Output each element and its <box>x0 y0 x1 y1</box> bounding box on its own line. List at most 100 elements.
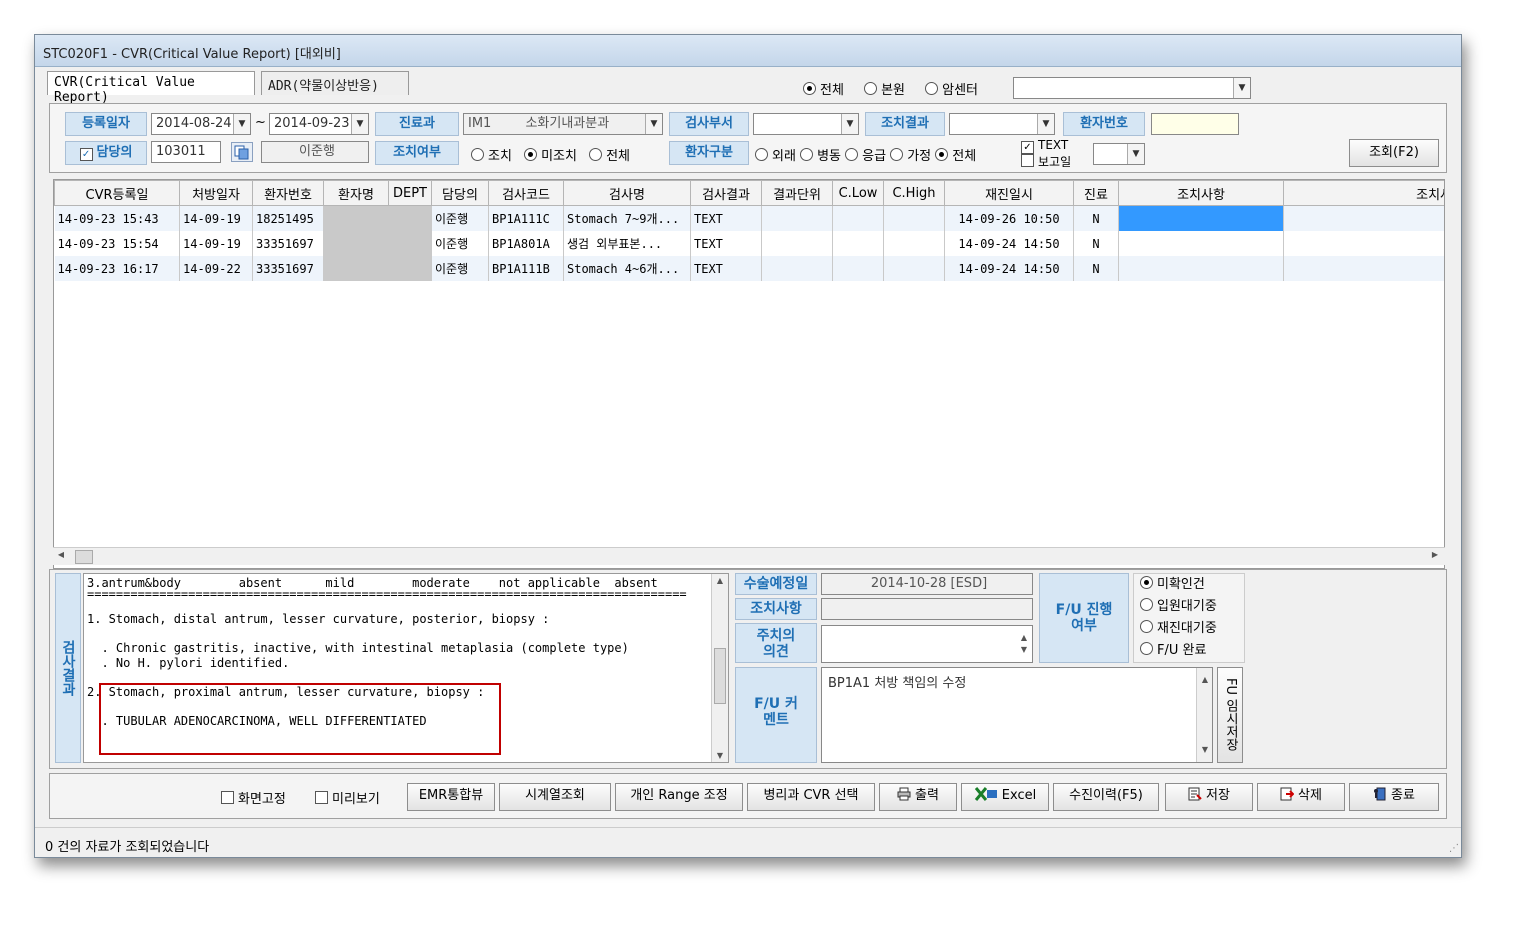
table-cell[interactable] <box>1118 205 1284 231</box>
scroll-down-icon[interactable]: ▼ <box>1199 740 1211 760</box>
column-header[interactable]: 조치사항 코멘트 <box>1283 180 1444 206</box>
column-header[interactable]: 검사명 <box>563 180 691 206</box>
table-cell[interactable] <box>1283 205 1444 231</box>
table-cell[interactable]: 이준행 <box>431 231 489 256</box>
tab-adr[interactable]: ADR(약물이상반응) <box>261 71 409 95</box>
chevron-down-icon[interactable]: ▼ <box>645 114 662 134</box>
column-header[interactable]: 검사결과 <box>690 180 762 206</box>
text-checkbox[interactable]: ✓ TEXT <box>1021 139 1091 154</box>
column-header[interactable]: 환자번호 <box>252 180 324 206</box>
search-button[interactable]: 조회(F2) <box>1349 139 1439 167</box>
patient-type-radio-outpatient[interactable]: 외래 <box>755 148 796 164</box>
chevron-down-icon[interactable]: ▼ <box>233 114 250 134</box>
table-row[interactable]: 14-09-23 16:17 14-09-22 33351697 이준행 BP1A111… <box>54 256 1444 281</box>
scroll-down-icon[interactable]: ▼ <box>714 751 726 760</box>
table-cell[interactable]: 14-09-23 15:54 <box>54 231 180 256</box>
table-cell[interactable]: TEXT <box>690 256 762 281</box>
table-cell[interactable]: 14-09-24 14:50 <box>944 256 1074 281</box>
table-row[interactable]: 14-09-23 15:54 14-09-19 33351697 이준행 BP1A801… <box>54 231 1444 256</box>
column-header[interactable]: 환자명 <box>323 180 389 206</box>
patient-no-input[interactable] <box>1151 113 1239 135</box>
table-cell[interactable]: 14-09-26 10:50 <box>944 205 1074 231</box>
time-series-button[interactable]: 시계열조회 <box>499 783 611 811</box>
table-cell[interactable]: Stomach 4~6개... <box>563 256 691 281</box>
table-cell[interactable]: 33351697 <box>252 231 324 256</box>
chevron-down-icon[interactable]: ▼ <box>351 114 368 134</box>
table-cell[interactable] <box>1283 231 1444 256</box>
chevron-down-icon[interactable]: ▼ <box>1037 114 1054 134</box>
table-cell[interactable] <box>832 231 884 256</box>
pathology-cvr-button[interactable]: 병리과 CVR 선택 <box>747 783 875 811</box>
dept-select[interactable]: IM1 소화기내과분과 ▼ <box>463 113 663 135</box>
fix-screen-checkbox[interactable]: 화면고정 <box>221 788 317 808</box>
table-cell[interactable]: 14-09-19 <box>179 231 253 256</box>
date-from-field[interactable]: 2014-08-24 ▼ <box>151 113 251 135</box>
exit-button[interactable]: 종료 <box>1349 783 1439 811</box>
fu-comment-scrollbar[interactable]: ▲ ▼ <box>1196 668 1212 762</box>
tab-cvr[interactable]: CVR(Critical Value Report) <box>47 71 255 105</box>
scope-radio-cancer-center[interactable]: 암센터 <box>925 82 978 98</box>
report-date-checkbox[interactable]: 보고일 <box>1021 154 1091 169</box>
fu-temp-save-button[interactable]: FU 임시저장 <box>1217 667 1243 763</box>
scroll-up-icon[interactable]: ▲ <box>714 576 726 585</box>
action-result-select[interactable]: ▼ <box>949 113 1055 135</box>
scroll-thumb[interactable] <box>75 550 93 564</box>
table-cell[interactable]: BP1A111C <box>488 205 564 231</box>
table-row[interactable]: 14-09-23 15:43 14-09-19 18251495 이준행 BP1A111… <box>54 205 1444 231</box>
column-header[interactable]: 결과단위 <box>761 180 833 206</box>
table-cell[interactable] <box>761 256 833 281</box>
table-cell[interactable]: 33351697 <box>252 256 324 281</box>
table-cell[interactable] <box>883 205 945 231</box>
table-cell[interactable]: 14-09-22 <box>179 256 253 281</box>
column-header[interactable]: CVR등록일 <box>54 180 180 206</box>
table-cell[interactable]: 14-09-23 15:43 <box>54 205 180 231</box>
patient-type-radio-all[interactable]: 전체 <box>935 148 976 164</box>
fu-radio-complete[interactable]: F/U 완료 <box>1140 640 1244 662</box>
preview-checkbox[interactable]: 미리보기 <box>315 788 409 808</box>
table-cell[interactable] <box>323 205 389 231</box>
table-cell[interactable]: BP1A801A <box>488 231 564 256</box>
table-cell[interactable]: N <box>1073 256 1119 281</box>
chevron-down-icon[interactable]: ▼ <box>841 114 858 134</box>
grid-horizontal-scrollbar[interactable]: ◀ ▶ <box>53 547 1445 565</box>
table-cell[interactable] <box>1118 231 1284 256</box>
resize-grip-icon[interactable]: ⋰ <box>1447 843 1459 855</box>
table-cell[interactable]: 이준행 <box>431 205 489 231</box>
doctor-opinion-input[interactable]: ▲ ▼ <box>821 625 1033 663</box>
patient-type-radio-ward[interactable]: 병동 <box>800 148 841 164</box>
table-cell[interactable]: 18251495 <box>252 205 324 231</box>
delete-button[interactable]: 삭제 <box>1257 783 1345 811</box>
table-cell[interactable] <box>388 256 432 281</box>
table-cell[interactable]: 14-09-19 <box>179 205 253 231</box>
table-cell[interactable] <box>388 231 432 256</box>
column-header[interactable]: DEPT <box>388 180 432 206</box>
exam-dept-select[interactable]: ▼ <box>753 113 859 135</box>
column-header[interactable]: 처방일자 <box>179 180 253 206</box>
action-status-radio-undone[interactable]: 미조치 <box>524 148 577 164</box>
chevron-down-icon[interactable]: ▼ <box>1127 144 1144 164</box>
table-cell[interactable] <box>388 205 432 231</box>
emr-view-button[interactable]: EMR통합뷰 <box>407 783 495 811</box>
print-button[interactable]: 출력 <box>879 783 957 811</box>
action-status-radio-all[interactable]: 전체 <box>589 148 630 164</box>
column-header[interactable]: 재진일시 <box>944 180 1074 206</box>
scroll-left-icon[interactable]: ◀ <box>55 550 67 564</box>
column-header[interactable]: C.High <box>883 180 945 206</box>
fu-comment-input[interactable]: BP1A1 처방 책임의 수정 ▲ ▼ <box>821 667 1213 763</box>
table-cell[interactable]: Stomach 7~9개... <box>563 205 691 231</box>
table-cell[interactable]: 이준행 <box>431 256 489 281</box>
checkmark-icon[interactable]: ✓ <box>79 148 93 161</box>
table-cell[interactable]: 14-09-24 14:50 <box>944 231 1074 256</box>
table-cell[interactable] <box>761 205 833 231</box>
chevron-down-icon[interactable]: ▼ <box>1233 78 1250 98</box>
patient-type-radio-home[interactable]: 가정 <box>890 148 931 164</box>
date-to-field[interactable]: 2014-09-23 ▼ <box>269 113 369 135</box>
table-cell[interactable] <box>761 231 833 256</box>
center-select[interactable]: ▼ <box>1013 77 1251 99</box>
fu-radio-unconfirmed[interactable]: 미확인건 <box>1140 574 1244 596</box>
table-cell[interactable] <box>323 256 389 281</box>
column-header[interactable]: C.Low <box>832 180 884 206</box>
table-cell[interactable] <box>883 231 945 256</box>
scroll-thumb[interactable] <box>714 648 726 704</box>
patient-type-radio-emergency[interactable]: 응급 <box>845 148 886 164</box>
